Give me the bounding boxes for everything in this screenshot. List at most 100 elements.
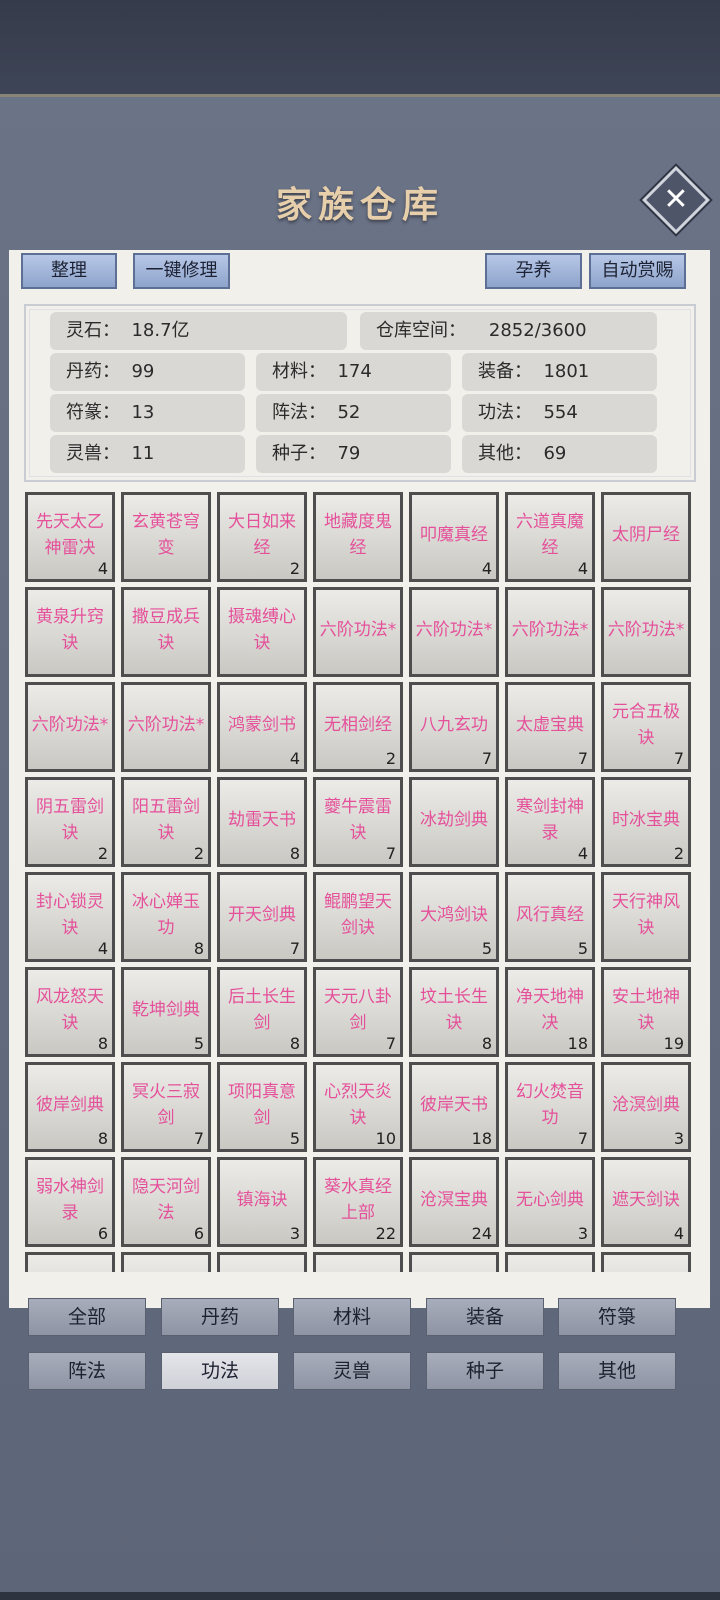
item-slot[interactable] <box>313 1252 403 1272</box>
item-slot[interactable]: 六阶功法* <box>505 587 595 677</box>
item-slot[interactable]: 黄泉升窍诀 <box>25 587 115 677</box>
stat-pills: 丹药： 99 <box>50 353 245 391</box>
item-slot[interactable]: 天行神风诀 <box>601 872 691 962</box>
item-slot[interactable]: 六阶功法* <box>25 682 115 772</box>
item-slot[interactable]: 元合五极诀 7 <box>601 682 691 772</box>
item-slot[interactable]: 六阶功法* <box>409 587 499 677</box>
item-slot[interactable]: 撒豆成兵诀 <box>121 587 211 677</box>
item-name: 六阶功法* <box>319 620 397 640</box>
item-slot[interactable]: 摄魂缚心诀 <box>217 587 307 677</box>
tab-4[interactable]: 符箓 <box>558 1298 676 1336</box>
tab-1[interactable]: 丹药 <box>161 1298 279 1336</box>
item-slot[interactable] <box>601 1252 691 1272</box>
item-slot[interactable]: 沧溟剑典 3 <box>601 1062 691 1152</box>
item-slot[interactable]: 无心剑典 3 <box>505 1157 595 1247</box>
item-slot[interactable]: 镇海诀 3 <box>217 1157 307 1247</box>
nurture-button[interactable]: 孕养 <box>485 253 582 289</box>
item-slot[interactable] <box>25 1252 115 1272</box>
item-slot[interactable]: 鸿蒙剑书 4 <box>217 682 307 772</box>
item-name: 沧溟宝典 <box>420 1190 488 1210</box>
stat-spirit-stone: 灵石： 18.7亿 <box>50 312 347 350</box>
item-slot[interactable]: 项阳真意剑 5 <box>217 1062 307 1152</box>
item-slot[interactable]: 坟土长生诀 8 <box>409 967 499 1057</box>
tab-2[interactable]: 材料 <box>293 1298 411 1336</box>
item-slot[interactable]: 寒剑封神录 4 <box>505 777 595 867</box>
item-slot[interactable]: 六阶功法* <box>313 587 403 677</box>
tab-0[interactable]: 全部 <box>28 1298 146 1336</box>
item-slot[interactable]: 大鸿剑诀 5 <box>409 872 499 962</box>
tab-9[interactable]: 其他 <box>558 1352 676 1390</box>
item-slot[interactable]: 阳五雷剑诀 2 <box>121 777 211 867</box>
item-slot[interactable]: 净天地神决 18 <box>505 967 595 1057</box>
item-count: 5 <box>289 1129 300 1148</box>
item-slot[interactable]: 乾坤剑典 5 <box>121 967 211 1057</box>
item-slot[interactable]: 夔牛震雷诀 7 <box>313 777 403 867</box>
tab-8[interactable]: 种子 <box>426 1352 544 1390</box>
item-slot[interactable]: 葵水真经上部 22 <box>313 1157 403 1247</box>
item-slot[interactable]: 封心锁灵诀 4 <box>25 872 115 962</box>
item-slot[interactable]: 六道真魔经 4 <box>505 492 595 582</box>
item-slot[interactable]: 遮天剑诀 4 <box>601 1157 691 1247</box>
item-slot[interactable]: 无相剑经 2 <box>313 682 403 772</box>
item-slot[interactable]: 玄黄苍穹变 <box>121 492 211 582</box>
item-slot[interactable]: 六阶功法* <box>601 587 691 677</box>
item-count: 3 <box>673 1129 684 1148</box>
item-slot[interactable]: 先天太乙神雷决 4 <box>25 492 115 582</box>
item-slot[interactable]: 太虚宝典 7 <box>505 682 595 772</box>
tab-5[interactable]: 阵法 <box>28 1352 146 1390</box>
item-slot[interactable]: 劫雷天书 8 <box>217 777 307 867</box>
item-slot[interactable]: 鲲鹏望天剑诀 <box>313 872 403 962</box>
item-slot[interactable] <box>505 1252 595 1272</box>
item-name: 天元八卦剑 <box>324 987 392 1033</box>
item-slot[interactable]: 地藏度鬼经 <box>313 492 403 582</box>
item-slot[interactable]: 叩魔真经 4 <box>409 492 499 582</box>
item-slot[interactable]: 冥火三寂剑 7 <box>121 1062 211 1152</box>
item-slot[interactable] <box>217 1252 307 1272</box>
item-slot[interactable]: 时冰宝典 2 <box>601 777 691 867</box>
auto-reward-button[interactable]: 自动赏赐 <box>589 253 686 289</box>
item-slot[interactable]: 弱水神剑录 6 <box>25 1157 115 1247</box>
item-slot[interactable]: 心烈天炎诀 10 <box>313 1062 403 1152</box>
item-name: 项阳真意剑 <box>228 1082 296 1128</box>
item-slot[interactable]: 风龙怒天诀 8 <box>25 967 115 1057</box>
item-slot[interactable]: 六阶功法* <box>121 682 211 772</box>
item-slot[interactable]: 大日如来经 2 <box>217 492 307 582</box>
item-count: 7 <box>481 749 492 768</box>
item-slot[interactable]: 太阴尸经 <box>601 492 691 582</box>
tab-6[interactable]: 功法 <box>161 1352 279 1390</box>
item-slot[interactable]: 开天剑典 7 <box>217 872 307 962</box>
item-slot[interactable]: 沧溟宝典 24 <box>409 1157 499 1247</box>
item-slot[interactable]: 八九玄功 7 <box>409 682 499 772</box>
item-name: 劫雷天书 <box>228 810 296 830</box>
item-name: 心烈天炎诀 <box>324 1082 392 1128</box>
item-slot[interactable]: 隐天河剑法 6 <box>121 1157 211 1247</box>
item-count: 4 <box>289 749 300 768</box>
item-name: 夔牛震雷诀 <box>324 797 392 843</box>
tab-3[interactable]: 装备 <box>426 1298 544 1336</box>
item-count: 2 <box>385 749 396 768</box>
item-slot[interactable]: 天元八卦剑 7 <box>313 967 403 1057</box>
organize-button[interactable]: 整理 <box>21 253 117 289</box>
item-slot[interactable]: 安土地神诀 19 <box>601 967 691 1057</box>
item-slot[interactable]: 幻火焚音功 7 <box>505 1062 595 1152</box>
item-name: 冰劫剑典 <box>420 810 488 830</box>
repair-all-button[interactable]: 一键修理 <box>133 253 230 289</box>
item-name: 元合五极诀 <box>612 702 680 748</box>
item-count: 6 <box>193 1224 204 1243</box>
item-slot[interactable] <box>409 1252 499 1272</box>
item-count: 4 <box>673 1224 684 1243</box>
item-slot[interactable]: 彼岸天书 18 <box>409 1062 499 1152</box>
item-name: 隐天河剑法 <box>132 1177 200 1223</box>
item-slot[interactable]: 风行真经 5 <box>505 872 595 962</box>
tab-7[interactable]: 灵兽 <box>293 1352 411 1390</box>
stat-materials: 材料： 174 <box>256 353 451 391</box>
item-slot[interactable]: 阴五雷剑诀 2 <box>25 777 115 867</box>
item-slot[interactable]: 冰劫剑典 <box>409 777 499 867</box>
item-name: 八九玄功 <box>420 715 488 735</box>
item-slot[interactable]: 彼岸剑典 8 <box>25 1062 115 1152</box>
item-name: 阴五雷剑诀 <box>36 797 104 843</box>
content-area: 整理 一键修理 孕养 自动赏赐 灵石： 18.7亿 仓库空间： 2852/360… <box>9 250 710 1308</box>
item-slot[interactable] <box>121 1252 211 1272</box>
item-slot[interactable]: 冰心婵玉功 8 <box>121 872 211 962</box>
item-slot[interactable]: 后土长生剑 8 <box>217 967 307 1057</box>
